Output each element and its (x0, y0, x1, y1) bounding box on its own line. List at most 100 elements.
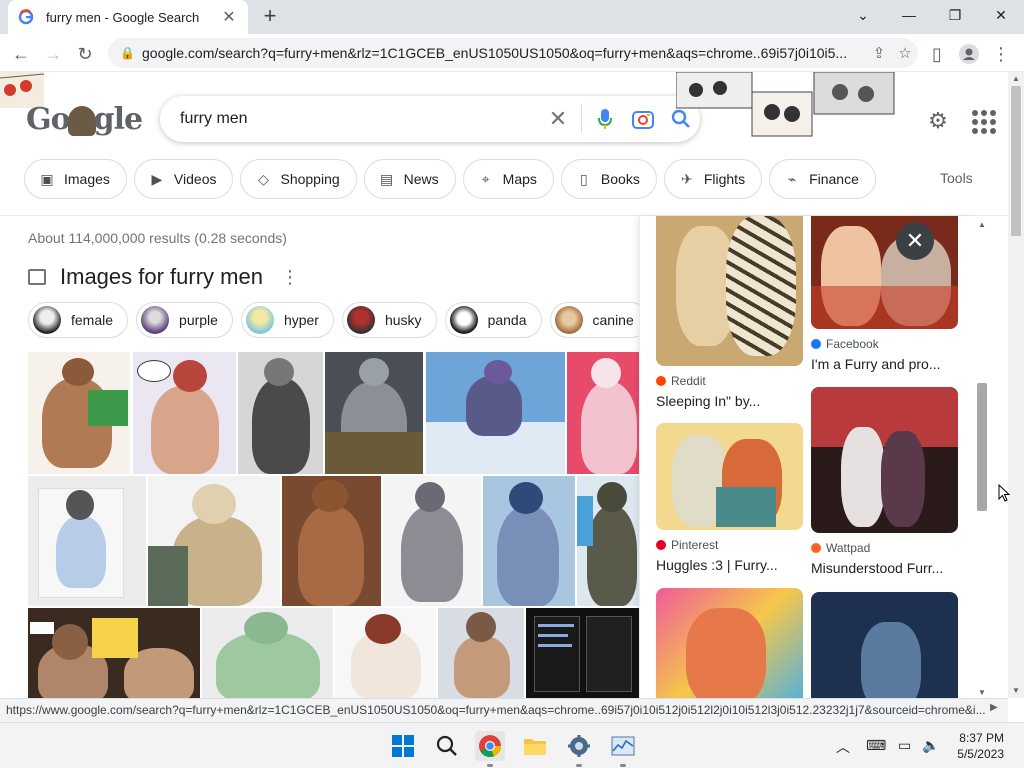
volume-icon[interactable]: 🔈 (922, 737, 939, 754)
restore-icon[interactable]: ❐ (932, 0, 978, 30)
page-scroll-down-icon[interactable]: ▼ (1012, 686, 1020, 695)
card-title[interactable]: Huggles :3 | Furry... (656, 557, 803, 573)
nav-chip-news[interactable]: ▤ News (363, 159, 456, 199)
related-image[interactable] (656, 423, 803, 530)
window-close-icon[interactable]: ✕ (978, 0, 1024, 30)
nav-chip-books[interactable]: ▯ Books (560, 159, 657, 199)
bookmark-star-icon[interactable]: ☆ (892, 44, 918, 62)
image-thumbnail[interactable] (238, 352, 323, 474)
refine-chip-purple[interactable]: purple (136, 302, 233, 338)
card-title[interactable]: Misunderstood Furr... (811, 560, 958, 576)
related-image-card[interactable]: Wattpad Misunderstood Furr... (811, 387, 958, 576)
nav-chip-flights[interactable]: ✈ Flights (663, 159, 763, 199)
file-explorer-icon[interactable] (520, 731, 550, 761)
tab-title: furry men - Google Search (46, 9, 200, 25)
google-logo[interactable]: Go gle (26, 102, 143, 137)
tab-search-icon[interactable]: ⌄ (840, 0, 886, 30)
related-image-card[interactable] (656, 588, 803, 698)
refine-chip-panda[interactable]: panda (444, 302, 542, 338)
system-clock[interactable]: 8:37 PM 5/5/2023 (948, 730, 1004, 762)
related-image-card[interactable]: Reddit Sleeping In" by... (656, 216, 803, 409)
image-thumbnail[interactable] (28, 476, 146, 606)
lock-icon[interactable]: 🔒 (120, 46, 135, 60)
image-thumbnail[interactable] (438, 608, 524, 698)
camera-lens-icon[interactable] (624, 96, 662, 142)
google-apps-icon[interactable] (972, 110, 996, 134)
minimize-icon[interactable]: — (886, 0, 932, 30)
related-image[interactable] (811, 592, 958, 698)
image-thumbnail[interactable] (483, 476, 575, 606)
performance-monitor-icon[interactable] (608, 731, 638, 761)
related-image[interactable] (656, 588, 803, 698)
image-thumbnail[interactable] (282, 476, 381, 606)
image-thumbnail[interactable] (133, 352, 236, 474)
network-icon[interactable]: ▭ (898, 737, 911, 754)
related-image[interactable] (811, 216, 958, 329)
image-thumbnail[interactable] (202, 608, 333, 698)
search-box[interactable]: furry men ✕ (160, 96, 700, 142)
related-image[interactable] (811, 387, 958, 533)
nav-chip-finance[interactable]: ⌁ Finance (769, 159, 876, 199)
image-thumbnail[interactable] (577, 476, 640, 606)
related-image-card[interactable]: Facebook I'm a Furry and pro... (811, 216, 958, 372)
image-thumbnail[interactable] (426, 352, 565, 474)
browser-tab[interactable]: furry men - Google Search ✕ (8, 0, 248, 34)
image-thumbnail[interactable] (526, 608, 640, 698)
page-scroll-thumb[interactable] (1011, 86, 1021, 236)
panel-scrollbar[interactable]: ▲ ▼ (975, 216, 989, 698)
nav-chip-videos[interactable]: ▶ Videos (133, 159, 234, 199)
windows-start-icon[interactable] (388, 731, 418, 761)
panel-scroll-thumb[interactable] (977, 383, 987, 511)
image-thumbnail[interactable] (383, 476, 481, 606)
scroll-up-icon[interactable]: ▲ (978, 220, 986, 229)
microphone-icon[interactable] (586, 96, 624, 142)
refine-chip-canine[interactable]: canine (549, 302, 640, 338)
address-url[interactable]: google.com/search?q=furry+men&rlz=1C1GCE… (142, 45, 866, 61)
chip-label: husky (384, 312, 422, 328)
scroll-down-icon[interactable]: ▼ (978, 688, 986, 697)
side-panel-icon[interactable]: ▯ (924, 41, 950, 67)
menu-kebab-icon[interactable]: ⋮ (988, 41, 1014, 67)
nav-chip-images[interactable]: ▣ Images (24, 159, 127, 199)
more-options-icon[interactable]: ⋮ (281, 267, 299, 288)
related-image-card[interactable] (811, 592, 958, 698)
keyboard-icon[interactable]: ⌨ (866, 737, 886, 754)
reload-icon[interactable]: ↻ (72, 41, 98, 67)
tools-button[interactable]: Tools (940, 170, 973, 186)
image-thumbnail[interactable] (28, 608, 200, 698)
related-image[interactable] (656, 216, 803, 366)
images-heading[interactable]: Images for furry men (60, 264, 263, 290)
image-thumbnail[interactable] (148, 476, 280, 606)
settings-taskbar-icon[interactable] (564, 731, 594, 761)
forward-icon[interactable]: → (40, 41, 66, 67)
nav-chip-maps[interactable]: ⌖ Maps (462, 159, 554, 199)
image-thumbnail[interactable] (28, 352, 130, 474)
refine-chip-husky[interactable]: husky (341, 302, 437, 338)
chrome-taskbar-icon[interactable] (475, 731, 505, 761)
refine-chips: female purple hyper husky panda canine (28, 302, 640, 338)
page-scroll-up-icon[interactable]: ▲ (1012, 74, 1020, 83)
image-thumbnail[interactable] (567, 352, 640, 474)
refine-chip-female[interactable]: female (28, 302, 129, 338)
page-scrollbar[interactable]: ▲ ▼ (1008, 72, 1024, 698)
settings-gear-icon[interactable]: ⚙ (924, 108, 952, 136)
tab-close-icon[interactable]: ✕ (220, 7, 238, 27)
back-icon[interactable]: ← (8, 41, 34, 67)
refine-chip-hyper[interactable]: hyper (240, 302, 334, 338)
image-thumbnail[interactable] (325, 352, 423, 474)
address-bar[interactable]: 🔒 google.com/search?q=furry+men&rlz=1C1G… (108, 38, 918, 68)
show-hidden-icons-chevron-icon[interactable]: ︿ (836, 737, 850, 757)
new-tab-button[interactable]: + (258, 5, 282, 29)
image-thumbnail[interactable] (335, 608, 436, 698)
taskbar-search-icon[interactable] (432, 731, 462, 761)
related-image-card[interactable]: Pinterest Huggles :3 | Furry... (656, 423, 803, 573)
chip-label: hyper (283, 312, 319, 328)
profile-avatar-icon[interactable] (956, 41, 982, 67)
clear-search-icon[interactable]: ✕ (539, 96, 577, 142)
search-input[interactable]: furry men (180, 110, 539, 128)
card-title[interactable]: I'm a Furry and pro... (811, 356, 958, 372)
nav-chip-shopping[interactable]: ◇ Shopping (240, 159, 357, 199)
card-title[interactable]: Sleeping In" by... (656, 393, 803, 409)
close-panel-icon[interactable]: ✕ (896, 222, 934, 260)
share-icon[interactable]: ⇪ (866, 44, 892, 62)
